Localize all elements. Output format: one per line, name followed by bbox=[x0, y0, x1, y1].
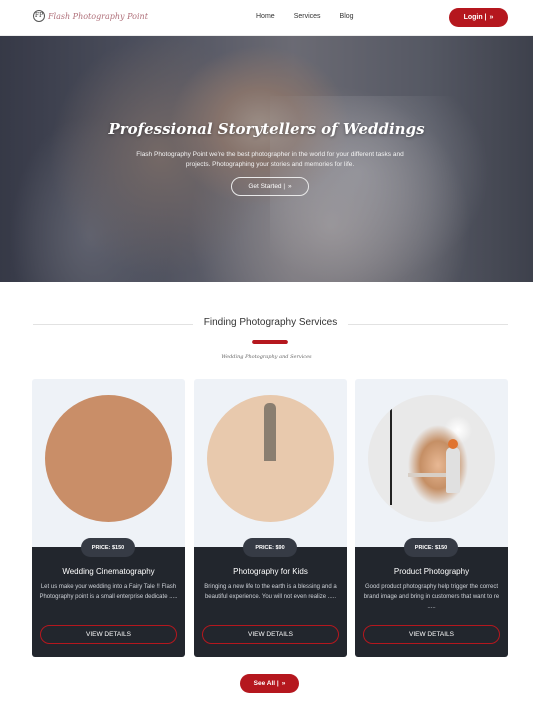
view-details-button[interactable]: VIEW DETAILS bbox=[40, 625, 177, 644]
double-chevron-right-icon: » bbox=[281, 680, 286, 687]
service-card-product[interactable]: PRICE: $150 Product Photography Good pro… bbox=[355, 379, 508, 657]
wedding-photo bbox=[45, 395, 172, 522]
price-badge: PRICE: $150 bbox=[81, 538, 135, 557]
brush-stroke-decoration bbox=[251, 340, 289, 344]
service-card-wedding[interactable]: PRICE: $150 Wedding Cinematography Let u… bbox=[32, 379, 185, 657]
kids-photo bbox=[207, 395, 334, 522]
hero-description: Flash Photography Point we're the best p… bbox=[136, 151, 404, 168]
logo[interactable]: FP Flash Photography Point bbox=[33, 10, 148, 22]
login-button[interactable]: Login | » bbox=[449, 8, 508, 27]
double-chevron-right-icon: » bbox=[489, 14, 494, 21]
see-all-label: See All | bbox=[253, 680, 279, 687]
section-title: Finding Photography Services bbox=[33, 317, 508, 328]
login-label: Login | bbox=[463, 14, 487, 21]
get-started-label: Get Started | bbox=[248, 183, 286, 190]
view-details-button[interactable]: VIEW DETAILS bbox=[202, 625, 339, 644]
service-card-kids[interactable]: PRICE: $90 Photography for Kids Bringing… bbox=[194, 379, 347, 657]
card-description: Bringing a new life to the earth is a bl… bbox=[204, 584, 337, 600]
nav-services[interactable]: Services bbox=[294, 13, 321, 20]
section-subtitle: Wedding Photography and Services bbox=[221, 354, 312, 360]
main-nav: Home Services Blog bbox=[256, 13, 354, 20]
hero-content: Professional Storytellers of Weddings Fl… bbox=[0, 36, 533, 282]
nav-blog[interactable]: Blog bbox=[340, 13, 354, 20]
card-title: Wedding Cinematography bbox=[62, 567, 155, 576]
hero-banner: Professional Storytellers of Weddings Fl… bbox=[0, 36, 533, 282]
see-all-button[interactable]: See All | » bbox=[240, 674, 299, 693]
photo-tower bbox=[264, 403, 276, 461]
card-description: Good product photography help trigger th… bbox=[363, 584, 500, 610]
card-description: Let us make your wedding into a Fairy Ta… bbox=[39, 584, 178, 600]
double-chevron-right-icon: » bbox=[288, 183, 292, 190]
nav-home[interactable]: Home bbox=[256, 13, 275, 20]
services-heading: Finding Photography Services bbox=[33, 316, 508, 332]
logo-mark-icon: FP bbox=[33, 10, 45, 22]
price-badge: PRICE: $150 bbox=[404, 538, 458, 557]
section-title-text: Finding Photography Services bbox=[197, 317, 344, 328]
site-header: FP Flash Photography Point Home Services… bbox=[0, 0, 533, 36]
product-photo bbox=[368, 395, 495, 522]
view-details-button[interactable]: VIEW DETAILS bbox=[363, 625, 500, 644]
price-badge: PRICE: $90 bbox=[243, 538, 297, 557]
photo-light-stand bbox=[390, 405, 392, 505]
hero-title: Professional Storytellers of Weddings bbox=[108, 120, 425, 138]
get-started-button[interactable]: Get Started | » bbox=[231, 177, 309, 196]
card-title: Product Photography bbox=[393, 567, 470, 576]
logo-text: Flash Photography Point bbox=[48, 11, 148, 21]
photo-person bbox=[446, 439, 460, 493]
card-title: Photography for Kids bbox=[233, 567, 308, 576]
